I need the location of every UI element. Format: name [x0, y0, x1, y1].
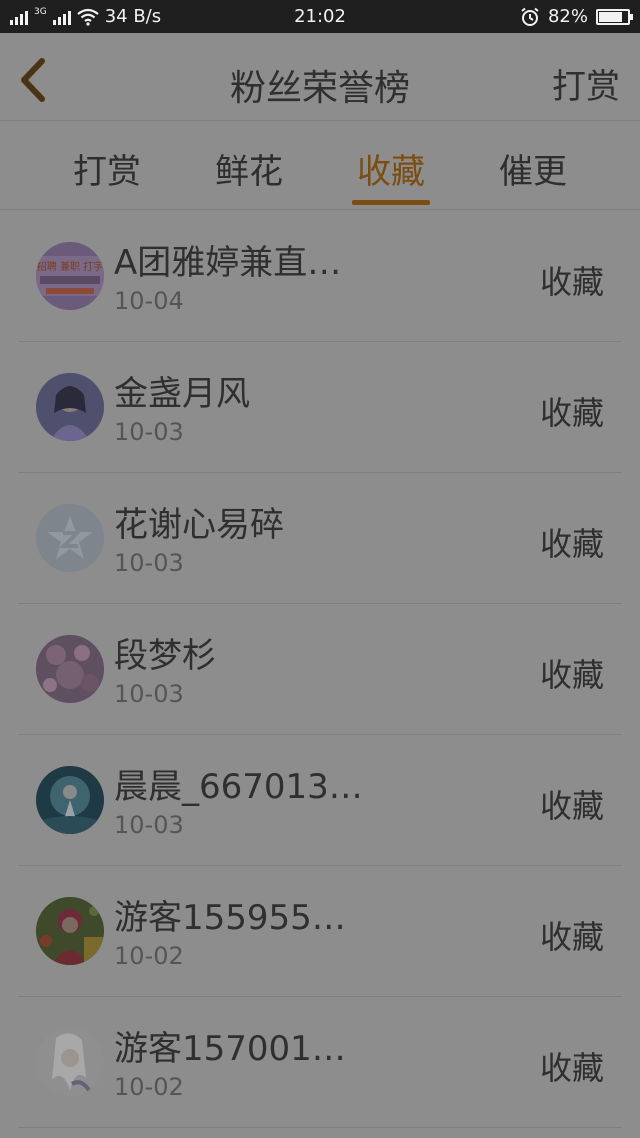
- app-header: 粉丝荣誉榜 打赏: [0, 33, 640, 121]
- tab-favorites[interactable]: 收藏: [336, 144, 446, 193]
- fan-name: A团雅婷兼直…: [114, 243, 342, 283]
- tab-flowers[interactable]: 鲜花: [194, 144, 304, 193]
- anime-girl-avatar-icon: [36, 373, 104, 441]
- avatar-badge-text: 招聘 兼职 打字: [37, 260, 103, 273]
- tab-urge[interactable]: 催更: [478, 144, 588, 193]
- fan-date: 10-02: [114, 942, 184, 970]
- list-item[interactable]: 招聘 兼职 打字 A团雅婷兼直… 10-04 收藏: [18, 211, 622, 342]
- active-tab-indicator: [352, 200, 430, 205]
- favorite-label: 收藏: [539, 656, 604, 694]
- status-bar: 3G 34 B/s 21:02 82%: [0, 0, 640, 33]
- favorite-label: 收藏: [539, 263, 604, 301]
- fan-date: 10-03: [114, 811, 184, 839]
- badge-avatar-icon: 招聘 兼职 打字: [36, 242, 104, 310]
- fan-date: 10-03: [114, 680, 184, 708]
- fan-name: 游客155955…: [114, 898, 346, 938]
- fan-date: 10-03: [114, 418, 184, 446]
- list-item[interactable]: 游客157001… 10-02 收藏: [18, 997, 622, 1128]
- tip-button[interactable]: 打赏: [552, 59, 620, 108]
- fan-list: 招聘 兼职 打字 A团雅婷兼直… 10-04 收藏 金盏月风 10-03 收藏: [0, 211, 640, 1128]
- page-title: 粉丝荣誉榜: [229, 68, 410, 109]
- fan-date: 10-03: [114, 549, 184, 577]
- list-item[interactable]: 金盏月风 10-03 收藏: [18, 342, 622, 473]
- tab-bar: 打赏 鲜花 收藏 催更: [0, 122, 640, 210]
- blossom-avatar-icon: [36, 635, 104, 703]
- fan-name: 花谢心易碎: [114, 505, 284, 545]
- flower-girl-avatar-icon: [36, 897, 104, 965]
- alarm-icon: [521, 7, 539, 26]
- fan-name: 段梦杉: [114, 636, 216, 676]
- status-right: 82%: [520, 6, 633, 27]
- list-item[interactable]: 段梦杉 10-03 收藏: [18, 604, 622, 735]
- favorite-label: 收藏: [539, 1049, 604, 1087]
- battery-percent: 82%: [547, 6, 588, 27]
- list-item[interactable]: 晨晨_667013… 10-03 收藏: [18, 735, 622, 866]
- list-item[interactable]: 游客155955… 10-02 收藏: [18, 866, 622, 997]
- fan-name: 游客157001…: [114, 1029, 346, 1069]
- favorite-label: 收藏: [539, 918, 604, 956]
- default-star-avatar-icon: [36, 504, 104, 572]
- battery-icon: [596, 8, 633, 25]
- fan-name: 金盏月风: [114, 374, 250, 414]
- favorite-label: 收藏: [539, 525, 604, 563]
- fantasy-avatar-icon: [36, 766, 104, 834]
- sketch-avatar-icon: [36, 1028, 104, 1096]
- favorite-label: 收藏: [539, 787, 604, 825]
- fan-date: 10-02: [114, 1073, 184, 1101]
- favorite-label: 收藏: [539, 394, 604, 432]
- fan-name: 晨晨_667013…: [114, 767, 363, 807]
- fan-date: 10-04: [114, 287, 184, 315]
- tab-tip[interactable]: 打赏: [52, 144, 162, 193]
- list-item[interactable]: 花谢心易碎 10-03 收藏: [18, 473, 622, 604]
